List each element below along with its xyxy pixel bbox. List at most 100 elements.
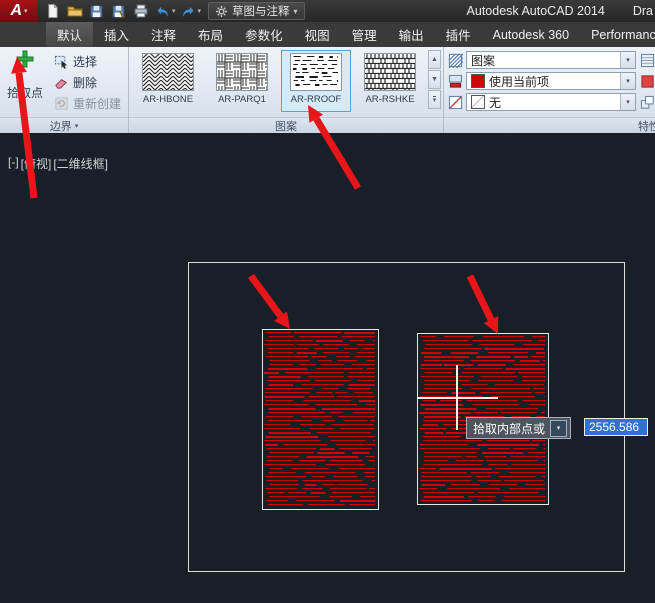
- pattern-preview-ar-parq1: [216, 53, 268, 91]
- pattern-panel-label[interactable]: 图案: [129, 117, 443, 133]
- open-file-button[interactable]: [64, 1, 85, 21]
- redo-button[interactable]: [178, 1, 199, 21]
- select-label: 选择: [73, 53, 97, 70]
- pattern-preview-ar-rshke: [364, 53, 416, 91]
- boundaries-panel: 拾取点 选择 删除: [0, 47, 129, 133]
- eraser-icon: [53, 74, 69, 90]
- save-as-icon: [111, 4, 126, 19]
- hatch-type-combo[interactable]: 图案 ▾: [466, 51, 636, 69]
- model-space[interactable]: [-] [俯视] [二维线框] 拾取内部点或 ▾ 2556.586: [0, 133, 655, 603]
- crosshair-vertical: [456, 365, 458, 430]
- tab-autodesk-360[interactable]: Autodesk 360: [482, 22, 580, 47]
- gallery-scroll-down-button[interactable]: ▼: [428, 70, 441, 89]
- pattern-name: AR-RROOF: [291, 94, 342, 105]
- chevron-down-icon: ▾: [294, 7, 298, 16]
- chevron-down-icon: ▾: [620, 73, 635, 89]
- tab-layout[interactable]: 布局: [187, 22, 234, 47]
- tab-home[interactable]: 默认: [46, 22, 93, 47]
- autocad-window: A ▾ ▾ ▾: [0, 0, 655, 603]
- gallery-scroll-up-button[interactable]: ▲: [428, 50, 441, 69]
- select-icon: [53, 53, 69, 69]
- chevron-down-icon: ▾: [620, 52, 635, 68]
- tab-view[interactable]: 视图: [294, 22, 341, 47]
- undo-button[interactable]: [152, 1, 173, 21]
- pattern-swatch-item[interactable]: AR-RROOF: [281, 50, 351, 112]
- hatch-transparency-icon: [639, 52, 655, 68]
- pick-points-button[interactable]: 拾取点: [3, 50, 47, 114]
- gear-icon: [215, 5, 228, 18]
- viewport-controls-menu[interactable]: [-]: [8, 155, 19, 172]
- tooltip-text: 拾取内部点或: [473, 420, 545, 437]
- new-file-icon: [45, 3, 60, 19]
- pattern-swatch-item[interactable]: AR-HBONE: [133, 50, 203, 112]
- properties-panel: 图案 ▾ 使用当前项 ▾: [444, 47, 655, 133]
- plot-button[interactable]: [130, 1, 151, 21]
- save-button[interactable]: [86, 1, 107, 21]
- properties-panel-label[interactable]: 特性: [444, 117, 655, 133]
- save-as-button[interactable]: [108, 1, 129, 21]
- autocad-logo: A: [10, 2, 22, 20]
- none-color-swatch: [471, 95, 485, 109]
- tab-plugins[interactable]: 插件: [435, 22, 482, 47]
- hatch-rect-left[interactable]: [262, 329, 379, 510]
- dynamic-input-field[interactable]: 2556.586: [584, 418, 648, 436]
- recreate-icon: [53, 95, 69, 111]
- open-folder-icon: [67, 3, 83, 19]
- panel-expand-icon: ▾: [75, 122, 79, 130]
- pattern-preview-ar-hbone: [142, 53, 194, 91]
- redo-icon: [180, 4, 196, 19]
- pattern-swatch-item[interactable]: AR-RSHKE: [355, 50, 425, 112]
- tab-performance[interactable]: Performance: [580, 22, 655, 47]
- recreate-boundary-button[interactable]: 重新创建: [50, 93, 124, 113]
- application-menu-button[interactable]: A ▾: [0, 0, 38, 22]
- undo-dropdown-icon[interactable]: ▾: [172, 7, 176, 15]
- tab-manage[interactable]: 管理: [341, 22, 388, 47]
- crosshair-horizontal: [417, 397, 498, 399]
- pattern-preview-ar-rroof: [290, 53, 342, 91]
- chevron-down-icon: ▾: [620, 94, 635, 110]
- gallery-expand-button[interactable]: ▾: [428, 90, 441, 109]
- hatch-scale-icon: [639, 94, 655, 110]
- hatch-color-icon: [447, 73, 463, 89]
- document-title: Dra: [633, 4, 653, 18]
- undo-icon: [155, 4, 171, 19]
- select-boundary-button[interactable]: 选择: [50, 51, 124, 71]
- tab-parametric[interactable]: 参数化: [234, 22, 294, 47]
- viewport-controls: [-] [俯视] [二维线框]: [8, 155, 108, 172]
- pattern-name: AR-PARQ1: [218, 94, 266, 105]
- redo-dropdown-icon[interactable]: ▾: [198, 7, 202, 15]
- quick-access-toolbar: ▾ ▾: [42, 1, 202, 21]
- hatch-color-combo[interactable]: 使用当前项 ▾: [466, 72, 636, 90]
- background-color-combo[interactable]: 无 ▾: [466, 93, 636, 111]
- boundaries-panel-label[interactable]: 边界 ▾: [0, 117, 128, 133]
- tab-output[interactable]: 输出: [388, 22, 435, 47]
- pattern-panel: AR-HBONE AR-PARQ1 AR-RROOF AR-RSHKE ▲: [129, 47, 444, 133]
- viewport-visual-style-control[interactable]: [二维线框]: [53, 155, 108, 172]
- remove-label: 删除: [73, 74, 97, 91]
- boundary-buttons: 选择 删除 重新创建: [50, 51, 124, 113]
- save-icon: [89, 4, 104, 19]
- plot-printer-icon: [133, 3, 149, 19]
- pick-points-label: 拾取点: [7, 84, 43, 101]
- background-color-icon: [447, 94, 463, 110]
- hatch-type-icon: [447, 52, 463, 68]
- tab-insert[interactable]: 插入: [93, 22, 140, 47]
- new-file-button[interactable]: [42, 1, 63, 21]
- hatch-creation-ribbon: 拾取点 选择 删除: [0, 47, 655, 133]
- hatch-color-swatch: [471, 74, 485, 88]
- pick-points-plus-icon: [16, 50, 34, 68]
- hatch-angle-icon: [639, 73, 655, 89]
- workspace-selector[interactable]: 草图与注释 ▾: [208, 2, 305, 20]
- pattern-swatch-item[interactable]: AR-PARQ1: [207, 50, 277, 112]
- pick-point-tooltip: 拾取内部点或 ▾: [466, 417, 571, 439]
- title-bar: A ▾ ▾ ▾: [0, 0, 655, 22]
- tab-annotate[interactable]: 注释: [140, 22, 187, 47]
- dynamic-input-options-icon[interactable]: ▾: [550, 420, 567, 437]
- app-title: Autodesk AutoCAD 2014: [467, 4, 605, 18]
- recreate-label: 重新创建: [73, 95, 121, 112]
- remove-boundary-button[interactable]: 删除: [50, 72, 124, 92]
- viewport-view-control[interactable]: [俯视]: [21, 155, 52, 172]
- gallery-scroll-controls: ▲ ▼ ▾: [428, 50, 441, 109]
- chevron-down-icon: ▾: [24, 7, 28, 15]
- ribbon-tab-bar: 默认 插入 注释 布局 参数化 视图 管理 输出 插件 Autodesk 360…: [0, 22, 655, 47]
